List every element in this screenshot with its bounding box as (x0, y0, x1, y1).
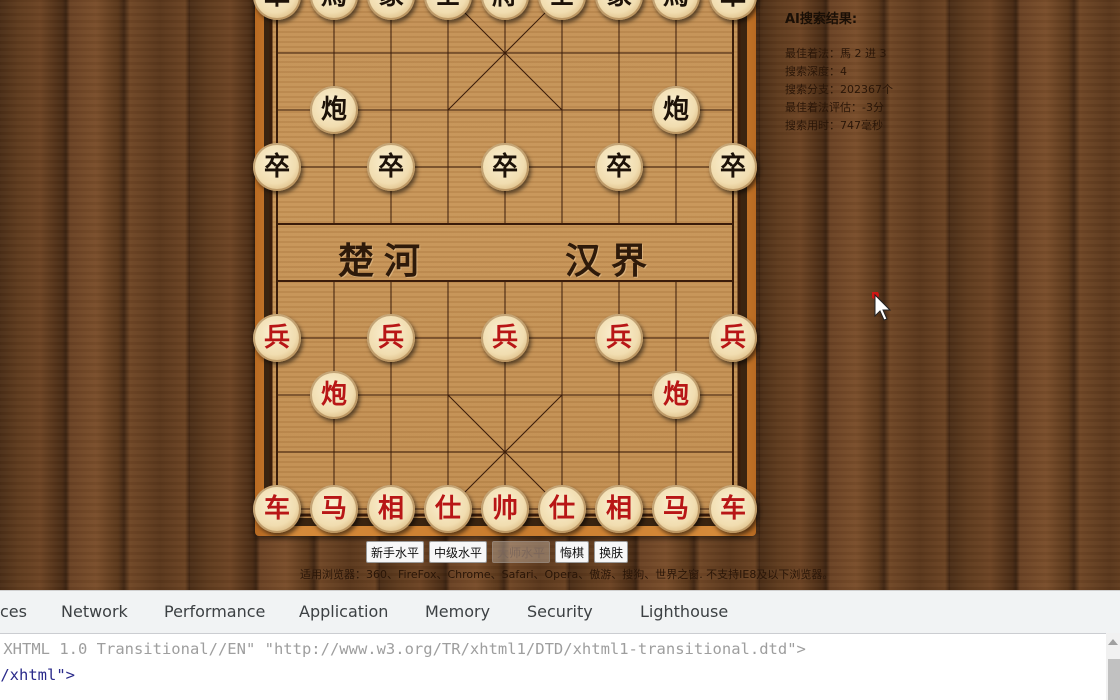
piece-label: 卒 (605, 152, 632, 182)
tab-performance[interactable]: Performance (164, 602, 265, 621)
tab-sources[interactable]: ces (0, 602, 27, 621)
tab-memory[interactable]: Memory (425, 602, 490, 621)
red-piece[interactable]: 炮 (652, 371, 700, 419)
piece-label: 卒 (719, 152, 746, 182)
piece-label: 象 (606, 0, 632, 9)
ai-search-branches: 搜索分支：202367个 (785, 83, 893, 96)
piece-label: 炮 (320, 95, 347, 125)
piece-label: 士 (549, 0, 575, 9)
piece-label: 相 (605, 494, 632, 524)
red-piece[interactable]: 马 (652, 485, 700, 533)
devtools-tab-bar: ces Network Performance Application Memo… (0, 590, 1120, 634)
code-line-xmlns: 9/xhtml"> (0, 666, 75, 684)
piece-label: 炮 (662, 380, 689, 410)
black-piece[interactable]: 炮 (310, 86, 358, 134)
black-piece[interactable]: 炮 (652, 86, 700, 134)
game-controls: 新手水平 中级水平 大师水平 悔棋 换肤 (366, 541, 629, 563)
intermediate-level-button[interactable]: 中级水平 (429, 541, 488, 563)
piece-label: 將 (492, 0, 518, 9)
piece-label: 车 (719, 494, 746, 524)
undo-move-button[interactable]: 悔棋 (555, 541, 590, 563)
source-code-view[interactable]: XHTML 1.0 Transitional//EN" "http://www.… (0, 634, 1120, 684)
scrollbar-thumb[interactable] (1108, 659, 1120, 700)
piece-label: 仕 (434, 494, 461, 524)
piece-label: 相 (377, 494, 404, 524)
piece-label: 马 (662, 494, 689, 524)
red-piece[interactable]: 仕 (424, 485, 472, 533)
browser-support-note: 适用浏览器：360、FireFox、Chrome、Safari、Opera、傲游… (300, 568, 834, 581)
red-piece[interactable]: 兵 (481, 314, 529, 362)
piece-label: 帅 (491, 494, 518, 524)
ai-panel-title: AI搜索结果: (785, 12, 858, 27)
piece-label: 兵 (491, 323, 518, 353)
scroll-up-arrow-icon[interactable] (1108, 639, 1118, 645)
piece-label: 卒 (491, 152, 518, 182)
red-piece[interactable]: 兵 (367, 314, 415, 362)
red-piece[interactable]: 马 (310, 485, 358, 533)
beginner-level-button[interactable]: 新手水平 (366, 541, 425, 563)
piece-label: 象 (378, 0, 404, 9)
piece-label: 卒 (377, 152, 404, 182)
red-piece[interactable]: 车 (253, 485, 301, 533)
piece-label: 炮 (320, 380, 347, 410)
black-piece[interactable]: 卒 (595, 143, 643, 191)
ai-search-time: 搜索用时：747毫秒 (785, 119, 883, 132)
piece-label: 炮 (662, 95, 689, 125)
red-piece[interactable]: 车 (709, 485, 757, 533)
change-skin-button[interactable]: 换肤 (594, 541, 629, 563)
piece-label: 兵 (605, 323, 632, 353)
tab-security[interactable]: Security (527, 602, 593, 621)
ai-search-depth: 搜索深度：4 (785, 65, 847, 78)
red-piece[interactable]: 兵 (709, 314, 757, 362)
piece-label: 馬 (663, 0, 689, 9)
mouse-cursor-icon (871, 291, 894, 326)
red-piece[interactable]: 帅 (481, 485, 529, 533)
red-piece[interactable]: 兵 (253, 314, 301, 362)
piece-label: 兵 (263, 323, 290, 353)
black-piece[interactable]: 卒 (481, 143, 529, 191)
piece-label: 兵 (377, 323, 404, 353)
piece-label: 马 (320, 494, 347, 524)
ai-best-move: 最佳着法：馬 2 进 3 (785, 47, 887, 60)
tab-network[interactable]: Network (61, 602, 128, 621)
piece-label: 仕 (548, 494, 575, 524)
code-line-doctype: XHTML 1.0 Transitional//EN" "http://www.… (0, 640, 806, 658)
piece-label: 兵 (719, 323, 746, 353)
black-piece[interactable]: 卒 (253, 143, 301, 191)
red-piece[interactable]: 相 (595, 485, 643, 533)
master-level-button[interactable]: 大师水平 (492, 541, 551, 563)
piece-label: 士 (435, 0, 461, 9)
ai-search-panel: AI搜索结果: 最佳着法：馬 2 进 3 搜索深度：4 搜索分支：202367个… (785, 8, 893, 135)
river-label-han-jie: 汉界 (565, 240, 658, 282)
tab-application[interactable]: Application (299, 602, 388, 621)
red-piece[interactable]: 炮 (310, 371, 358, 419)
red-piece[interactable]: 仕 (538, 485, 586, 533)
river-label-chu-he: 楚河 (338, 240, 431, 282)
piece-label: 馬 (321, 0, 347, 9)
ai-best-move-score: 最佳着法评估：-3分 (785, 101, 884, 114)
piece-label: 车 (263, 494, 290, 524)
devtools-scrollbar[interactable] (1106, 633, 1120, 700)
piece-label: 車 (264, 0, 290, 9)
red-piece[interactable]: 相 (367, 485, 415, 533)
black-piece[interactable]: 卒 (367, 143, 415, 191)
piece-label: 卒 (263, 152, 290, 182)
black-piece[interactable]: 卒 (709, 143, 757, 191)
tab-lighthouse[interactable]: Lighthouse (640, 602, 728, 621)
devtools-panel: ces Network Performance Application Memo… (0, 590, 1120, 700)
piece-label: 車 (720, 0, 746, 9)
red-piece[interactable]: 兵 (595, 314, 643, 362)
